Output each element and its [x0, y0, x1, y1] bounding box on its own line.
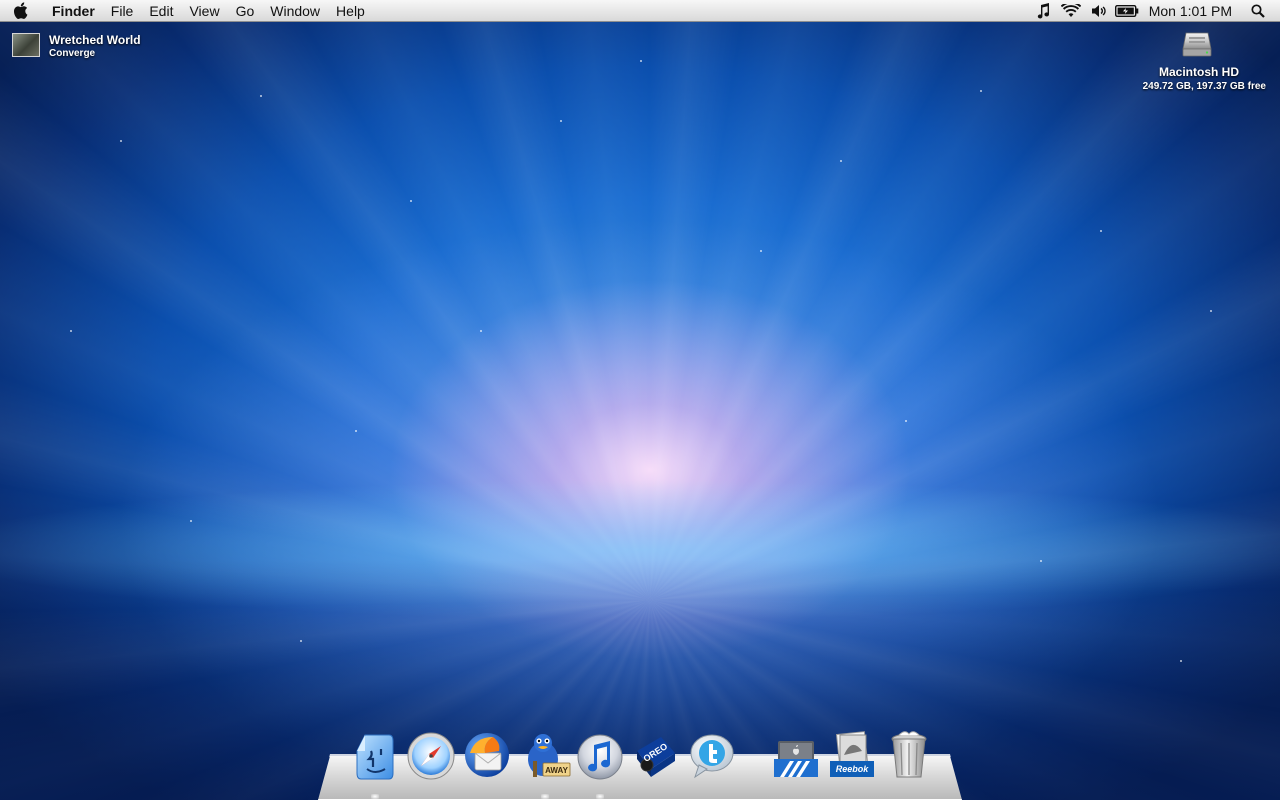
menu-bar: Finder File Edit View Go Window Help Mon… [0, 0, 1280, 22]
star [190, 520, 192, 522]
star [760, 250, 762, 252]
menu-go[interactable]: Go [228, 0, 263, 22]
menubar-clock[interactable]: Mon 1:01 PM [1141, 3, 1244, 19]
menu-edit[interactable]: Edit [141, 0, 181, 22]
dock-adium-duck-away-icon[interactable]: AWAY [519, 728, 571, 782]
star [300, 640, 302, 642]
dock-running-indicator-adium [541, 794, 549, 799]
star [70, 330, 72, 332]
reebok-brand-label: Reebok [836, 764, 870, 774]
desktop-wallpaper [0, 0, 1280, 800]
adium-away-label: AWAY [545, 766, 568, 775]
dock-trash-icon[interactable] [883, 728, 935, 782]
macintosh-hd-desktop-icon[interactable]: Macintosh HD 249.72 GB, 197.37 GB free [1106, 27, 1266, 97]
dock-thunderbird-icon[interactable] [461, 728, 513, 782]
track-title: Wretched World [49, 33, 141, 47]
wifi-icon[interactable] [1057, 0, 1085, 22]
menu-file[interactable]: File [103, 0, 142, 22]
star [355, 430, 357, 432]
star [1100, 230, 1102, 232]
star [260, 95, 262, 97]
dock-itunes-icon[interactable] [574, 728, 626, 782]
dock-oreo-box-icon[interactable]: OREO [629, 728, 681, 782]
star [120, 140, 122, 142]
star [480, 330, 482, 332]
dock-safari-compass-icon[interactable] [405, 728, 457, 782]
menu-help[interactable]: Help [328, 0, 373, 22]
star [640, 60, 642, 62]
menu-window[interactable]: Window [262, 0, 328, 22]
now-playing-widget[interactable]: Wretched World Converge [12, 33, 141, 60]
star [840, 160, 842, 162]
spotlight-search-icon[interactable] [1244, 0, 1272, 22]
dock-reebok-stack-icon[interactable]: Reebok [826, 728, 878, 782]
star [980, 90, 982, 92]
dock-running-indicator-finder [371, 794, 379, 799]
status-area: Mon 1:01 PM [1029, 0, 1280, 22]
dock-running-indicator-itunes [596, 794, 604, 799]
hard-drive-icon[interactable] [1181, 27, 1213, 59]
dock-applications-stack-icon[interactable] [770, 728, 822, 782]
drive-capacity-info: 249.72 GB, 197.37 GB free [1142, 81, 1266, 92]
drive-name: Macintosh HD [1158, 65, 1239, 79]
star [1180, 660, 1182, 662]
volume-icon[interactable] [1085, 0, 1113, 22]
star [1210, 310, 1212, 312]
menu-view[interactable]: View [181, 0, 227, 22]
battery-icon[interactable] [1113, 0, 1141, 22]
menu-finder[interactable]: Finder [40, 0, 103, 22]
dock-finder-icon[interactable] [349, 728, 401, 782]
album-art [12, 33, 40, 57]
dock-twitter-bubble-icon[interactable] [685, 728, 737, 782]
track-artist: Converge [49, 48, 96, 59]
star [410, 200, 412, 202]
star [905, 420, 907, 422]
music-note-icon[interactable] [1029, 0, 1057, 22]
star [1040, 560, 1042, 562]
apple-menu-icon[interactable] [0, 0, 40, 22]
star [560, 120, 562, 122]
